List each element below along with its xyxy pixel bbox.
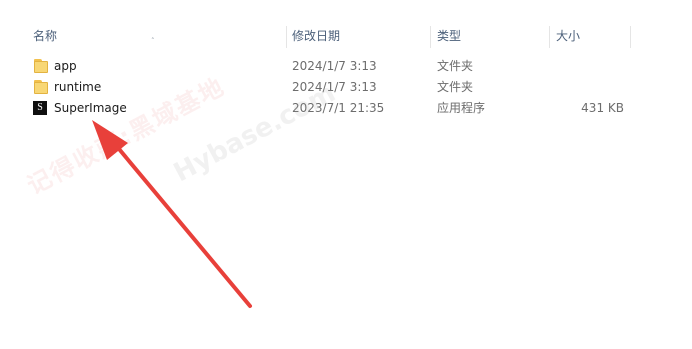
- file-row-app[interactable]: app 2024/1/7 3:13 文件夹: [0, 56, 692, 77]
- column-divider[interactable]: [286, 26, 287, 48]
- file-size: 431 KB: [581, 101, 624, 115]
- file-size: [560, 77, 624, 98]
- file-size: [560, 56, 624, 77]
- file-type: 文件夹: [437, 80, 474, 94]
- column-header-date-label: 修改日期: [292, 29, 341, 43]
- file-date: 2023/7/1 21:35: [292, 101, 385, 115]
- column-divider[interactable]: [430, 26, 431, 48]
- file-type: 应用程序: [437, 101, 486, 115]
- file-date: 2024/1/7 3:13: [292, 80, 377, 94]
- column-header-size-label: 大小: [556, 29, 581, 43]
- file-row-runtime[interactable]: runtime 2024/1/7 3:13 文件夹: [0, 77, 692, 98]
- column-header-row: ˄ 名称 修改日期 类型 大小: [0, 24, 692, 48]
- file-date: 2024/1/7 3:13: [292, 59, 377, 73]
- column-divider[interactable]: [549, 26, 550, 48]
- column-header-type[interactable]: 类型: [437, 24, 547, 48]
- file-name: runtime: [54, 80, 102, 94]
- annotation-overlay: [92, 120, 252, 308]
- folder-icon: [33, 58, 49, 74]
- file-type: 文件夹: [437, 59, 474, 73]
- superimage-app-icon: S: [33, 101, 47, 115]
- column-header-date[interactable]: 修改日期: [292, 24, 428, 48]
- file-row-superimage[interactable]: S SuperImage 2023/7/1 21:35 应用程序 431 KB: [0, 98, 692, 119]
- folder-icon: [33, 79, 49, 95]
- file-name: SuperImage: [54, 101, 127, 115]
- annotation-arrow-head-icon: [92, 120, 128, 160]
- column-header-size[interactable]: 大小: [556, 24, 626, 48]
- column-divider[interactable]: [630, 26, 631, 48]
- column-header-name[interactable]: 名称: [33, 24, 285, 48]
- column-header-type-label: 类型: [437, 29, 462, 43]
- annotation-arrow-shaft: [102, 129, 252, 308]
- column-header-name-label: 名称: [33, 29, 58, 43]
- file-name: app: [54, 59, 77, 73]
